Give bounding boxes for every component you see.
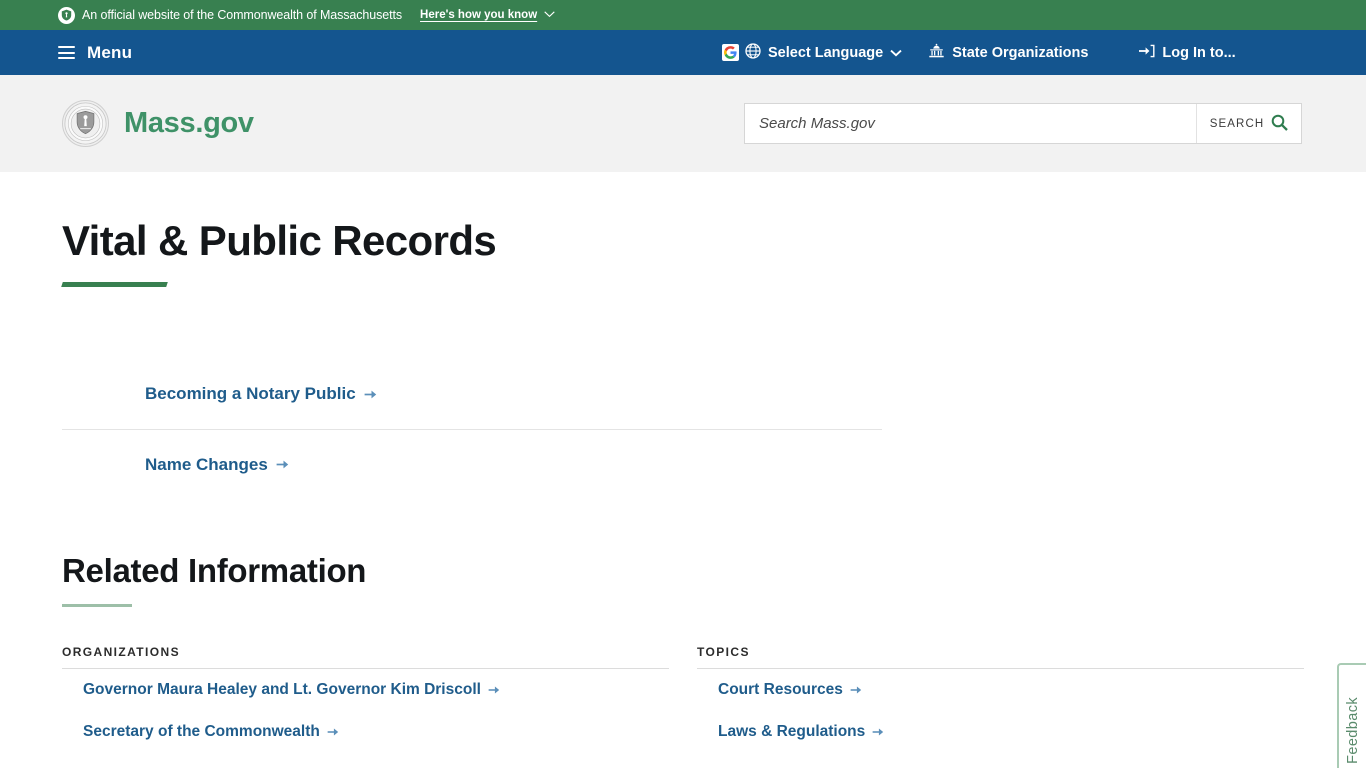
menu-button[interactable]: Menu [58,43,132,63]
section-accent-rule [62,604,132,608]
arrow-right-icon [872,727,884,737]
link-label: Laws & Regulations [718,723,866,741]
link-secretary-of-the-commonwealth[interactable]: Secretary of the Commonwealth [83,723,339,741]
official-gov-banner: An official website of the Commonwealth … [0,0,1366,30]
arrow-right-icon [327,727,339,737]
list-item[interactable]: Governor Maura Healey and Lt. Governor K… [62,669,669,711]
list-item[interactable]: Name Changes [62,429,882,499]
log-in-button[interactable]: Log In to... [1138,43,1236,63]
arrow-right-icon [488,685,500,695]
massachusetts-state-seal-icon [62,100,109,147]
list-item[interactable]: Court Resources [697,669,1304,711]
column-kicker-organizations: ORGANIZATIONS [62,645,180,660]
link-label: Court Resources [718,681,843,699]
related-information-heading: Related Information [62,552,367,590]
list-item[interactable]: Secretary of the Commonwealth [62,711,669,753]
main-navigation-bar: Menu Select Language State Organizations… [0,30,1366,75]
magnifier-icon [1271,114,1289,134]
related-column-organizations: ORGANIZATIONS Governor Maura Healey and … [62,645,669,753]
list-item[interactable]: Laws & Regulations [697,711,1304,753]
link-label: Secretary of the Commonwealth [83,723,320,741]
nav-right-group: Select Language State Organizations Log … [722,42,1236,63]
primary-link-list: Becoming a Notary Public Name Changes [0,359,1366,499]
capitol-building-icon [928,43,945,63]
link-court-resources[interactable]: Court Resources [718,681,862,699]
link-becoming-a-notary-public[interactable]: Becoming a Notary Public [145,384,377,404]
google-translate-icon [722,44,739,61]
banner-text: An official website of the Commonwealth … [82,8,403,22]
shield-icon [58,6,75,24]
heres-how-you-know-toggle[interactable]: Here's how you know [420,9,555,21]
link-laws-and-regulations[interactable]: Laws & Regulations [718,723,884,741]
menu-label: Menu [87,42,133,62]
site-logo-link[interactable]: Mass.gov [62,100,254,147]
site-search: SEARCH [744,103,1302,144]
feedback-tab[interactable]: Feedback [1337,663,1366,768]
chevron-down-icon [544,9,555,21]
heres-how-you-know-label: Here's how you know [420,9,538,21]
globe-icon [745,42,761,63]
hamburger-icon [58,43,75,63]
state-organizations-button[interactable]: State Organizations [928,43,1088,63]
feedback-label: Feedback [1344,697,1361,764]
brand-name: Mass.gov [124,107,254,139]
page-content: Vital & Public Records Becoming a Notary… [0,172,1366,768]
arrow-right-icon [276,459,289,470]
link-label: Name Changes [145,454,268,474]
sign-in-icon [1138,43,1155,63]
select-language-label: Select Language [768,44,884,61]
state-organizations-label: State Organizations [952,44,1089,61]
link-name-changes[interactable]: Name Changes [145,455,289,475]
search-button-label: SEARCH [1209,117,1265,130]
link-row-wrapper: Becoming a Notary Public Name Changes [0,359,1366,499]
page-title: Vital & Public Records [62,217,497,264]
link-governor-maura-healey-and-lt-governor-kim-driscoll[interactable]: Governor Maura Healey and Lt. Governor K… [83,681,500,699]
search-button[interactable]: SEARCH [1196,104,1301,143]
search-input[interactable] [745,104,1196,143]
arrow-right-icon [850,685,862,695]
site-header-band: Mass.gov SEARCH [0,75,1366,172]
link-label: Becoming a Notary Public [145,384,356,404]
chevron-down-icon [890,45,902,61]
column-kicker-topics: TOPICS [697,645,750,660]
link-label: Governor Maura Healey and Lt. Governor K… [83,681,481,699]
related-column-topics: TOPICS Court Resources Laws & Regulation… [697,645,1304,753]
list-item[interactable]: Becoming a Notary Public [62,359,882,429]
arrow-right-icon [364,389,377,400]
related-information-columns: ORGANIZATIONS Governor Maura Healey and … [0,645,1366,753]
select-language-button[interactable]: Select Language [722,42,902,63]
log-in-label: Log In to... [1162,44,1236,61]
title-accent-rule [61,282,168,288]
